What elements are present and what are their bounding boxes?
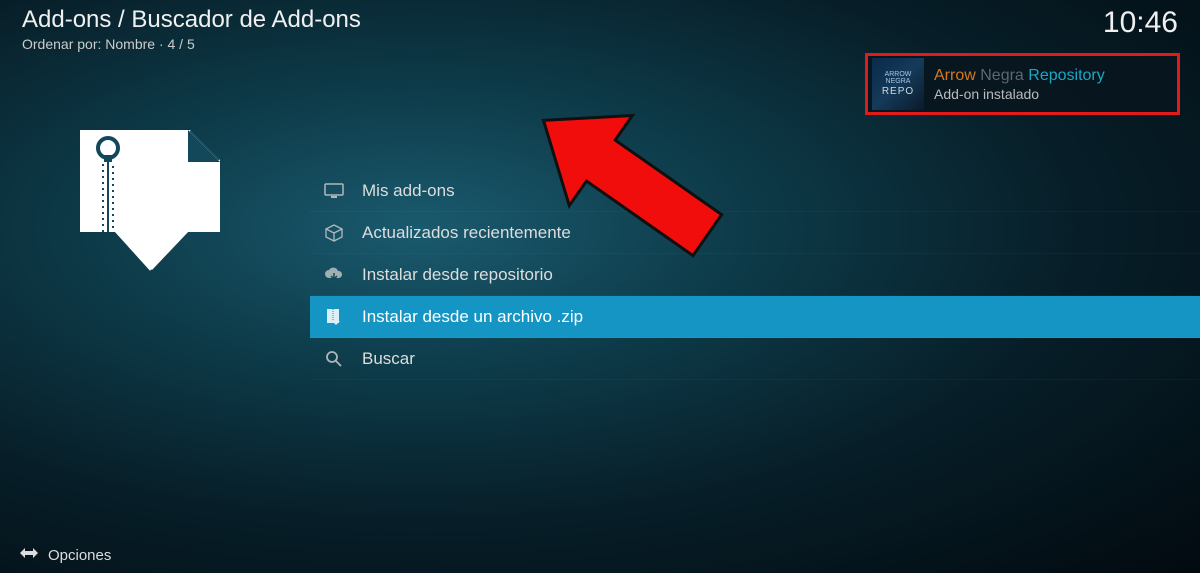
clock: 10:46 <box>1103 6 1178 40</box>
menu-item-install-repo[interactable]: Instalar desde repositorio <box>310 254 1200 296</box>
options-button[interactable]: Opciones <box>20 545 111 565</box>
menu-item-recent[interactable]: Actualizados recientemente <box>310 212 1200 254</box>
addon-menu: Mis add-ons Actualizados recientemente I… <box>310 170 1200 380</box>
menu-item-label: Mis add-ons <box>362 181 455 201</box>
menu-item-label: Buscar <box>362 349 415 369</box>
notification-thumbnail: ARROW NEGRA REPO <box>872 58 924 110</box>
menu-item-label: Actualizados recientemente <box>362 223 571 243</box>
monitor-icon <box>320 181 348 201</box>
menu-item-install-zip[interactable]: Instalar desde un archivo .zip <box>310 296 1200 338</box>
notification-subtitle: Add-on instalado <box>934 86 1105 102</box>
zip-download-icon <box>70 120 230 290</box>
options-icon <box>20 545 38 565</box>
search-icon <box>320 349 348 369</box>
options-label: Opciones <box>48 547 111 564</box>
notification-toast[interactable]: ARROW NEGRA REPO Arrow Negra Repository … <box>865 53 1180 115</box>
cloud-download-icon <box>320 265 348 285</box>
notification-title: Arrow Negra Repository <box>934 67 1105 85</box>
menu-item-my-addons[interactable]: Mis add-ons <box>310 170 1200 212</box>
menu-item-label: Instalar desde repositorio <box>362 265 553 285</box>
box-icon <box>320 223 348 243</box>
sort-info: Ordenar por: Nombre · 4 / 5 <box>22 36 1178 52</box>
menu-item-label: Instalar desde un archivo .zip <box>362 307 583 327</box>
zip-icon <box>320 307 348 327</box>
menu-item-search[interactable]: Buscar <box>310 338 1200 380</box>
breadcrumb: Add-ons / Buscador de Add-ons <box>22 6 1178 34</box>
